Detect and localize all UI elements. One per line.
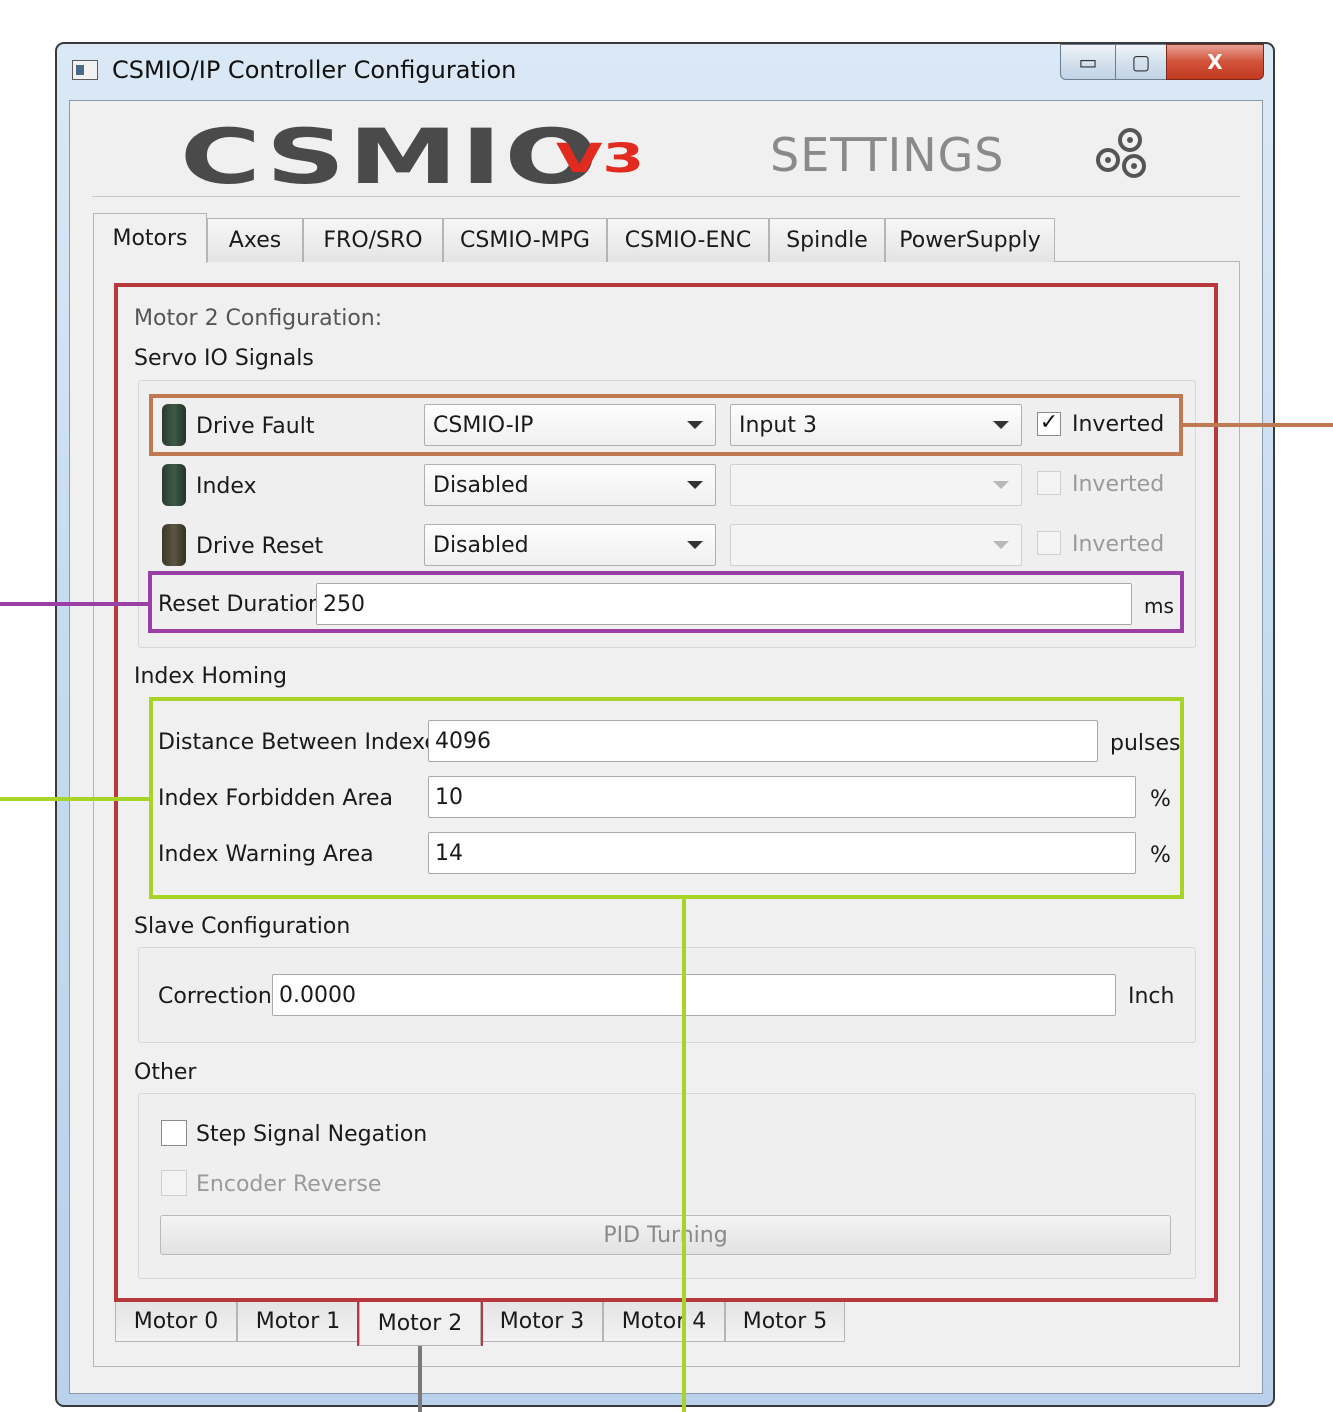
chevron-down-icon (993, 481, 1009, 489)
tab-motor-5[interactable]: Motor 5 (725, 1302, 845, 1342)
step-signal-negation-label: Step Signal Negation (196, 1122, 428, 1147)
drive-fault-input-select[interactable]: Input 3 (730, 404, 1022, 446)
tab-motor-1[interactable]: Motor 1 (237, 1302, 359, 1342)
drive-reset-inverted-checkbox[interactable] (1037, 531, 1061, 555)
tab-motors[interactable]: Motors (93, 213, 207, 263)
tab-label: Motor 2 (377, 1311, 463, 1336)
drive-reset-label: Drive Reset (196, 534, 324, 559)
index-inverted-label: Inverted (1072, 472, 1165, 497)
tab-label: PowerSupply (899, 228, 1041, 253)
minimize-icon: ▭ (1078, 50, 1098, 74)
tab-motor-4[interactable]: Motor 4 (603, 1302, 725, 1342)
select-value: CSMIO-IP (433, 412, 534, 438)
tab-label: Motor 1 (255, 1309, 341, 1334)
tab-fro-sro[interactable]: FRO/SRO (303, 218, 443, 262)
tab-label: Motor 4 (621, 1309, 707, 1334)
distance-unit: pulses (1110, 731, 1181, 756)
reset-duration-label: Reset Duration (158, 592, 323, 617)
index-led (162, 464, 186, 506)
tab-csmio-enc[interactable]: CSMIO-ENC (607, 218, 769, 262)
drive-fault-inverted-label: Inverted (1072, 412, 1165, 437)
drive-fault-label: Drive Fault (196, 414, 315, 439)
correction-unit: Inch (1128, 984, 1175, 1009)
tab-label: CSMIO-ENC (624, 228, 752, 253)
maximize-button[interactable]: ▢ (1115, 44, 1167, 80)
drive-reset-led (162, 524, 186, 566)
index-homing-title: Index Homing (134, 664, 288, 689)
chevron-down-icon (993, 421, 1009, 429)
distance-between-indexes-input[interactable]: 4096 (428, 720, 1098, 762)
index-warning-area-label: Index Warning Area (158, 842, 374, 867)
tab-powersupply[interactable]: PowerSupply (885, 218, 1055, 262)
tab-label: Motor 0 (133, 1309, 219, 1334)
field-value: 0.0000 (279, 982, 356, 1008)
field-value: 10 (435, 784, 463, 810)
gears-icon (1096, 128, 1146, 178)
close-icon: X (1207, 50, 1223, 74)
reset-duration-unit: ms (1144, 594, 1174, 618)
tab-motor-2[interactable]: Motor 2 (359, 1302, 481, 1346)
index-input-select[interactable] (730, 464, 1022, 506)
index-forbidden-area-label: Index Forbidden Area (158, 786, 394, 811)
tab-label: Spindle (786, 228, 868, 253)
distance-between-indexes-label: Distance Between Indexes (158, 730, 450, 755)
close-button[interactable]: X (1166, 44, 1264, 80)
slave-config-title: Slave Configuration (134, 914, 351, 939)
encoder-reverse-checkbox[interactable] (161, 1170, 187, 1196)
logo-version: V3 (556, 136, 645, 182)
chevron-down-icon (687, 421, 703, 429)
reset-duration-input[interactable]: 250 (316, 583, 1132, 625)
tab-label: FRO/SRO (323, 228, 423, 253)
correction-label: Correction (158, 984, 272, 1009)
tab-motor-0[interactable]: Motor 0 (115, 1302, 237, 1342)
forbidden-unit: % (1150, 787, 1171, 812)
window-title: CSMIO/IP Controller Configuration (112, 56, 517, 84)
index-forbidden-area-input[interactable]: 10 (428, 776, 1136, 818)
minimize-button[interactable]: ▭ (1060, 44, 1116, 80)
tab-spindle[interactable]: Spindle (769, 218, 885, 262)
maximize-icon: ▢ (1131, 50, 1151, 74)
drive-fault-inverted-checkbox[interactable]: ✓ (1037, 412, 1061, 436)
page-title: SETTINGS (770, 128, 1005, 182)
correction-input[interactable]: 0.0000 (272, 974, 1116, 1016)
tab-csmio-mpg[interactable]: CSMIO-MPG (443, 218, 607, 262)
header-divider (92, 196, 1240, 197)
step-signal-negation-checkbox[interactable] (161, 1120, 187, 1146)
index-label: Index (196, 474, 257, 499)
tab-label: Axes (228, 228, 282, 253)
servo-io-title: Servo IO Signals (134, 346, 314, 371)
tab-label: Motor 3 (499, 1309, 585, 1334)
drive-fault-source-select[interactable]: CSMIO-IP (424, 404, 716, 446)
chevron-down-icon (687, 541, 703, 549)
select-value: Input 3 (739, 412, 817, 438)
drive-reset-input-select[interactable] (730, 524, 1022, 566)
app-icon (72, 60, 98, 80)
other-title: Other (134, 1060, 197, 1085)
select-value: Disabled (433, 532, 529, 558)
drive-fault-led (162, 404, 186, 446)
tab-label: Motor 5 (742, 1309, 828, 1334)
drive-reset-source-select[interactable]: Disabled (424, 524, 716, 566)
tab-axes[interactable]: Axes (207, 218, 303, 262)
encoder-reverse-label: Encoder Reverse (196, 1172, 382, 1197)
index-inverted-checkbox[interactable] (1037, 471, 1061, 495)
csmio-logo: CSMIO (180, 112, 602, 201)
tab-motor-3[interactable]: Motor 3 (481, 1302, 603, 1342)
field-value: 14 (435, 840, 463, 866)
motor-config-heading: Motor 2 Configuration: (134, 306, 383, 331)
chevron-down-icon (687, 481, 703, 489)
index-source-select[interactable]: Disabled (424, 464, 716, 506)
chevron-down-icon (993, 541, 1009, 549)
warning-unit: % (1150, 843, 1171, 868)
button-label: PID Turning (603, 1222, 728, 1248)
index-warning-area-input[interactable]: 14 (428, 832, 1136, 874)
pid-tuning-button[interactable]: PID Turning (160, 1215, 1171, 1255)
select-value: Disabled (433, 472, 529, 498)
drive-reset-inverted-label: Inverted (1072, 532, 1165, 557)
field-value: 250 (323, 591, 365, 617)
field-value: 4096 (435, 728, 491, 754)
tab-label: Motors (112, 226, 188, 251)
tab-label: CSMIO-MPG (460, 228, 590, 253)
